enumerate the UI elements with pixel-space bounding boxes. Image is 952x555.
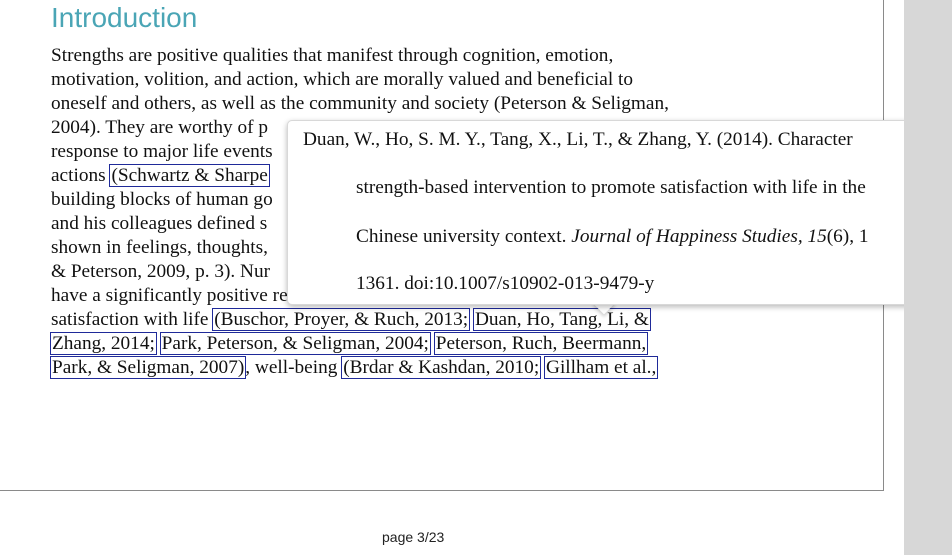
body-line: satisfaction with life (Buschor, Proyer,…	[51, 308, 651, 332]
tooltip-text: Chinese university context.	[356, 226, 572, 247]
page-indicator: page 3/23	[382, 529, 445, 545]
citation-link[interactable]: Peterson, Ruch, Beermann,	[433, 332, 649, 355]
citation-link[interactable]: (Buschor, Proyer, & Ruch, 2013;	[212, 308, 471, 331]
citation-tooltip: Duan, W., Ho, S. M. Y., Tang, X., Li, T.…	[287, 120, 929, 305]
tooltip-reference-line: strength-based intervention to promote s…	[356, 177, 866, 198]
body-line: shown in feelings, thoughts,	[51, 237, 268, 258]
body-line: 2004). They are worthy of p	[51, 117, 269, 138]
tooltip-reference-line: Duan, W., Ho, S. M. Y., Tang, X., Li, T.…	[303, 129, 853, 150]
body-line: actions (Schwartz & Sharpe	[51, 164, 270, 188]
tooltip-text: (6), 1	[826, 226, 869, 247]
body-text: satisfaction with life	[51, 309, 214, 330]
citation-link-duan[interactable]: Zhang, 2014;	[50, 332, 157, 355]
citation-link[interactable]: Gillham et al.,	[544, 356, 659, 379]
vertical-scrollbar[interactable]	[904, 0, 952, 555]
body-line: building blocks of human go	[51, 189, 273, 210]
body-line: and his colleagues defined s	[51, 213, 268, 234]
body-text: , well-being	[245, 357, 343, 378]
citation-link[interactable]: Park, Peterson, & Seligman, 2004;	[159, 332, 431, 355]
citation-link[interactable]: (Brdar & Kashdan, 2010;	[341, 356, 542, 379]
body-line: oneself and others, as well as the commu…	[51, 93, 669, 114]
body-line: motivation, volition, and action, which …	[51, 69, 634, 90]
citation-link[interactable]: Park, & Seligman, 2007)	[50, 356, 247, 379]
body-line: Park, & Seligman, 2007), well-being (Brd…	[50, 356, 659, 380]
section-heading: Introduction	[51, 2, 198, 33]
citation-link-duan[interactable]: Duan, Ho, Tang, Li, &	[472, 308, 651, 331]
tooltip-reference-line: 1361. doi:10.1007/s10902-013-9479-y	[356, 273, 655, 294]
body-line: & Peterson, 2009, p. 3). Nur	[51, 261, 271, 282]
journal-title: Journal of Happiness Studies, 15	[571, 226, 827, 247]
body-line: response to major life events	[51, 141, 273, 162]
body-text: actions	[51, 165, 111, 186]
body-line: Zhang, 2014; Park, Peterson, & Seligman,…	[50, 332, 649, 356]
tooltip-reference-line: Chinese university context. Journal of H…	[356, 225, 869, 249]
citation-link[interactable]: (Schwartz & Sharpe	[109, 164, 270, 187]
body-line: Strengths are positive qualities that ma…	[51, 45, 614, 66]
